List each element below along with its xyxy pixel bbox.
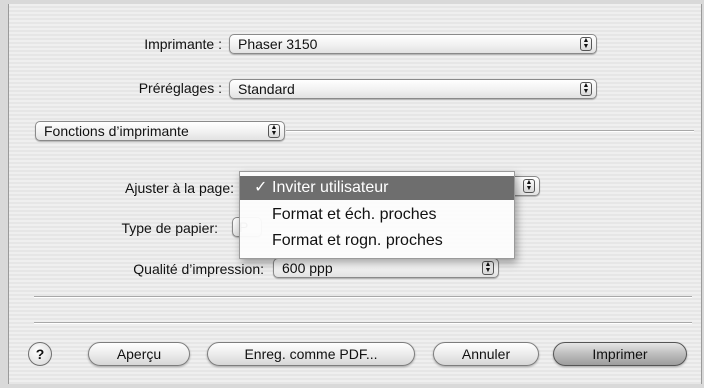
panel-popup-value: Fonctions d’imprimante	[44, 123, 189, 139]
printer-label: Imprimante :	[144, 36, 222, 52]
options-separator	[34, 296, 692, 298]
updown-arrows-icon: ▲ ▼	[523, 179, 535, 193]
fit-to-page-menu: ✓ Inviter utilisateur Format et éch. pro…	[239, 171, 515, 259]
panel-popup[interactable]: Fonctions d’imprimante ▲ ▼	[35, 121, 285, 141]
print-button[interactable]: Imprimer	[553, 342, 687, 366]
panel-separator	[286, 130, 694, 132]
print-quality-popup[interactable]: 600 ppp ▲ ▼	[273, 258, 499, 278]
buttons-separator	[34, 322, 692, 324]
presets-label: Préréglages :	[138, 80, 222, 96]
printer-popup[interactable]: Phaser 3150 ▲ ▼	[229, 34, 597, 54]
cancel-button[interactable]: Annuler	[433, 342, 539, 366]
help-button[interactable]: ?	[28, 342, 52, 366]
presets-popup-value: Standard	[238, 81, 295, 97]
menu-item-label: Format et rogn. proches	[272, 232, 443, 249]
checkmark-icon: ✓	[254, 179, 268, 196]
print-quality-label: Qualité d’impression:	[133, 261, 264, 277]
question-mark-icon: ?	[35, 346, 45, 362]
presets-popup[interactable]: Standard ▲ ▼	[229, 79, 597, 99]
menu-item-label: Inviter utilisateur	[272, 179, 389, 196]
updown-arrows-icon: ▲ ▼	[580, 82, 592, 96]
save-as-pdf-button[interactable]: Enreg. comme PDF...	[207, 342, 415, 366]
menu-item-format-ech-proches[interactable]: Format et éch. proches	[240, 203, 514, 227]
menu-item-inviter-utilisateur[interactable]: ✓ Inviter utilisateur	[240, 176, 514, 200]
updown-arrows-icon: ▲ ▼	[580, 37, 592, 51]
updown-arrows-icon: ▲ ▼	[482, 261, 494, 275]
print-quality-popup-value: 600 ppp	[282, 260, 333, 276]
updown-arrows-icon: ▲ ▼	[268, 124, 280, 138]
preview-button[interactable]: Aperçu	[88, 342, 190, 366]
printer-popup-value: Phaser 3150	[238, 36, 318, 52]
paper-type-label: Type de papier:	[121, 220, 218, 236]
menu-item-label: Format et éch. proches	[272, 206, 437, 223]
fit-to-page-label: Ajuster à la page:	[125, 180, 234, 196]
menu-item-format-rogn-proches[interactable]: Format et rogn. proches	[240, 229, 514, 253]
